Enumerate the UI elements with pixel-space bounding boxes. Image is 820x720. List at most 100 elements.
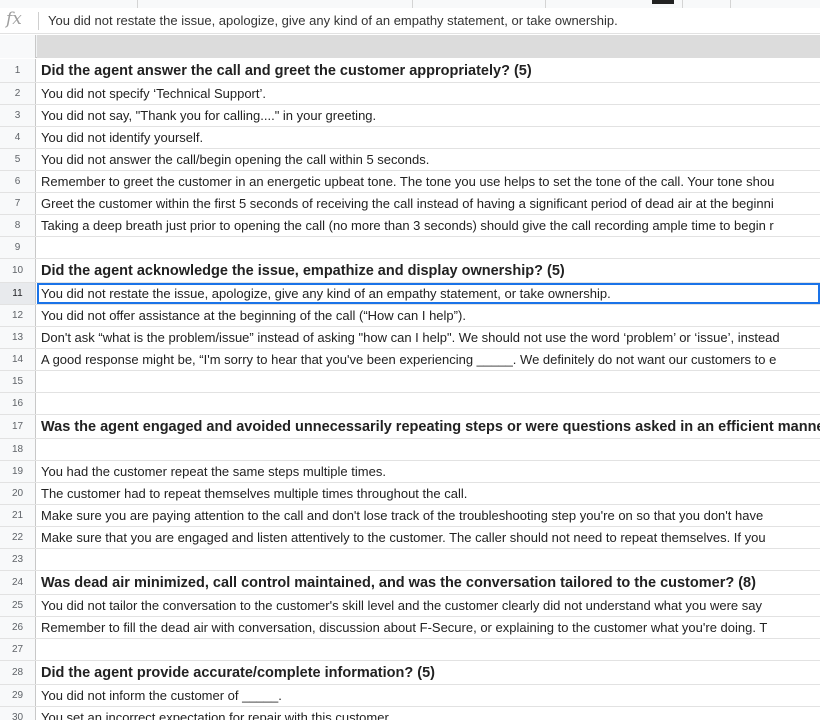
sheet-row: 21 Make sure you are paying attention to … bbox=[0, 505, 820, 527]
comment-cell[interactable]: You had the customer repeat the same ste… bbox=[37, 461, 820, 482]
comment-cell[interactable]: You set an incorrect expectation for rep… bbox=[37, 707, 820, 720]
toolbar-strip bbox=[0, 0, 820, 8]
sheet-row: 9 bbox=[0, 237, 820, 259]
row-number[interactable]: 15 bbox=[0, 371, 36, 392]
toolbar-divider bbox=[412, 0, 413, 8]
sheet-row: 8 Taking a deep breath just prior to open… bbox=[0, 215, 820, 237]
row-number[interactable]: 29 bbox=[0, 685, 36, 706]
row-number[interactable]: 20 bbox=[0, 483, 36, 504]
comment-cell[interactable]: You did not inform the customer of _____… bbox=[37, 685, 820, 706]
question-row: 24 Was dead air minimized, call control m… bbox=[0, 571, 820, 595]
row-number[interactable]: 12 bbox=[0, 305, 36, 326]
sheet-row: 11 You did not restate the issue, apologi… bbox=[0, 283, 820, 305]
sheet-row: 18 bbox=[0, 439, 820, 461]
sheet-row: 27 bbox=[0, 639, 820, 661]
sheet-row: 2 You did not specify ‘Technical Support’… bbox=[0, 83, 820, 105]
comment-cell[interactable] bbox=[37, 237, 820, 258]
sheet-row: 12 You did not offer assistance at the be… bbox=[0, 305, 820, 327]
comment-cell[interactable]: You did not answer the call/begin openin… bbox=[37, 149, 820, 170]
row-number[interactable]: 26 bbox=[0, 617, 36, 638]
sheet-row: 26 Remember to fill the dead air with con… bbox=[0, 617, 820, 639]
comment-cell[interactable]: You did not tailor the conversation to t… bbox=[37, 595, 820, 616]
sheet-row: 4 You did not identify yourself. bbox=[0, 127, 820, 149]
question-row: 17 Was the agent engaged and avoided unne… bbox=[0, 415, 820, 439]
sheet-row: 25 You did not tailor the conversation to… bbox=[0, 595, 820, 617]
toolbar-divider bbox=[137, 0, 138, 8]
row-number[interactable]: 24 bbox=[0, 571, 36, 594]
row-number[interactable]: 27 bbox=[0, 639, 36, 660]
sheet-row: 22 Make sure that you are engaged and lis… bbox=[0, 527, 820, 549]
comment-cell[interactable] bbox=[37, 639, 820, 660]
comment-cell[interactable]: Make sure you are paying attention to th… bbox=[37, 505, 820, 526]
sheet-row: 30 You set an incorrect expectation for r… bbox=[0, 707, 820, 720]
row-number[interactable]: 13 bbox=[0, 327, 36, 348]
question-row: 10 Did the agent acknowledge the issue, e… bbox=[0, 259, 820, 283]
comment-cell[interactable]: You did not offer assistance at the begi… bbox=[37, 305, 820, 326]
row-number[interactable]: 16 bbox=[0, 393, 36, 414]
comment-cell[interactable]: You did not specify ‘Technical Support’. bbox=[37, 83, 820, 104]
row-number[interactable]: 19 bbox=[0, 461, 36, 482]
sheet-row: 14 A good response might be, “I'm sorry t… bbox=[0, 349, 820, 371]
row-number[interactable]: 30 bbox=[0, 707, 36, 720]
sheet-row: 23 bbox=[0, 549, 820, 571]
question-row: 28 Did the agent provide accurate/complet… bbox=[0, 661, 820, 685]
row-number[interactable]: 2 bbox=[0, 83, 36, 104]
row-number[interactable]: 10 bbox=[0, 259, 36, 282]
sheet-row: 7 Greet the customer within the first 5 s… bbox=[0, 193, 820, 215]
question-cell[interactable]: Did the agent answer the call and greet … bbox=[37, 59, 820, 82]
row-number[interactable]: 1 bbox=[0, 59, 36, 82]
select-all-corner[interactable] bbox=[0, 35, 36, 58]
row-number[interactable]: 11 bbox=[0, 283, 36, 304]
row-number[interactable]: 22 bbox=[0, 527, 36, 548]
row-number[interactable]: 8 bbox=[0, 215, 36, 236]
toolbar-divider bbox=[682, 0, 683, 8]
question-cell[interactable]: Was the agent engaged and avoided unnece… bbox=[37, 415, 820, 438]
formula-bar: fx You did not restate the issue, apolog… bbox=[0, 8, 820, 34]
comment-cell[interactable]: A good response might be, “I'm sorry to … bbox=[37, 349, 820, 370]
formula-input[interactable]: You did not restate the issue, apologize… bbox=[48, 13, 618, 28]
row-number[interactable]: 28 bbox=[0, 661, 36, 684]
comment-cell[interactable]: Remember to fill the dead air with conve… bbox=[37, 617, 820, 638]
column-header-a[interactable] bbox=[37, 35, 820, 58]
row-number[interactable]: 25 bbox=[0, 595, 36, 616]
question-cell[interactable]: Did the agent provide accurate/complete … bbox=[37, 661, 820, 684]
row-number[interactable]: 4 bbox=[0, 127, 36, 148]
sheet-grid: 1 Did the agent answer the call and greet… bbox=[0, 59, 820, 720]
row-number[interactable]: 14 bbox=[0, 349, 36, 370]
comment-cell[interactable] bbox=[37, 549, 820, 570]
comment-cell[interactable]: Remember to greet the customer in an ene… bbox=[37, 171, 820, 192]
comment-cell[interactable]: Don't ask “what is the problem/issue” in… bbox=[37, 327, 820, 348]
comment-cell[interactable] bbox=[37, 393, 820, 414]
sheet-row: 5 You did not answer the call/begin openi… bbox=[0, 149, 820, 171]
comment-cell[interactable]: The customer had to repeat themselves mu… bbox=[37, 483, 820, 504]
row-number[interactable]: 3 bbox=[0, 105, 36, 126]
sheet-row: 20 The customer had to repeat themselves … bbox=[0, 483, 820, 505]
toolbar-divider bbox=[545, 0, 546, 8]
comment-cell[interactable]: You did not identify yourself. bbox=[37, 127, 820, 148]
sheet-row: 3 You did not say, "Thank you for calling… bbox=[0, 105, 820, 127]
row-number[interactable]: 9 bbox=[0, 237, 36, 258]
question-cell[interactable]: Was dead air minimized, call control mai… bbox=[37, 571, 820, 594]
comment-cell[interactable]: You did not say, "Thank you for calling.… bbox=[37, 105, 820, 126]
sheet-row: 19 You had the customer repeat the same s… bbox=[0, 461, 820, 483]
comment-cell[interactable] bbox=[37, 439, 820, 460]
row-number[interactable]: 17 bbox=[0, 415, 36, 438]
row-number[interactable]: 7 bbox=[0, 193, 36, 214]
row-number[interactable]: 6 bbox=[0, 171, 36, 192]
sheet-row: 29 You did not inform the customer of ___… bbox=[0, 685, 820, 707]
sheet-row: 6 Remember to greet the customer in an en… bbox=[0, 171, 820, 193]
row-number[interactable]: 21 bbox=[0, 505, 36, 526]
comment-cell[interactable]: Make sure that you are engaged and liste… bbox=[37, 527, 820, 548]
column-header-bar bbox=[0, 35, 820, 58]
text-color-swatch[interactable] bbox=[652, 0, 674, 4]
comment-cell[interactable]: You did not restate the issue, apologize… bbox=[37, 283, 820, 304]
row-number[interactable]: 18 bbox=[0, 439, 36, 460]
comment-cell[interactable]: Greet the customer within the first 5 se… bbox=[37, 193, 820, 214]
question-cell[interactable]: Did the agent acknowledge the issue, emp… bbox=[37, 259, 820, 282]
row-number[interactable]: 5 bbox=[0, 149, 36, 170]
fx-icon: fx bbox=[6, 9, 22, 29]
comment-cell[interactable] bbox=[37, 371, 820, 392]
row-number[interactable]: 23 bbox=[0, 549, 36, 570]
comment-cell[interactable]: Taking a deep breath just prior to openi… bbox=[37, 215, 820, 236]
sheet-row: 13 Don't ask “what is the problem/issue” … bbox=[0, 327, 820, 349]
